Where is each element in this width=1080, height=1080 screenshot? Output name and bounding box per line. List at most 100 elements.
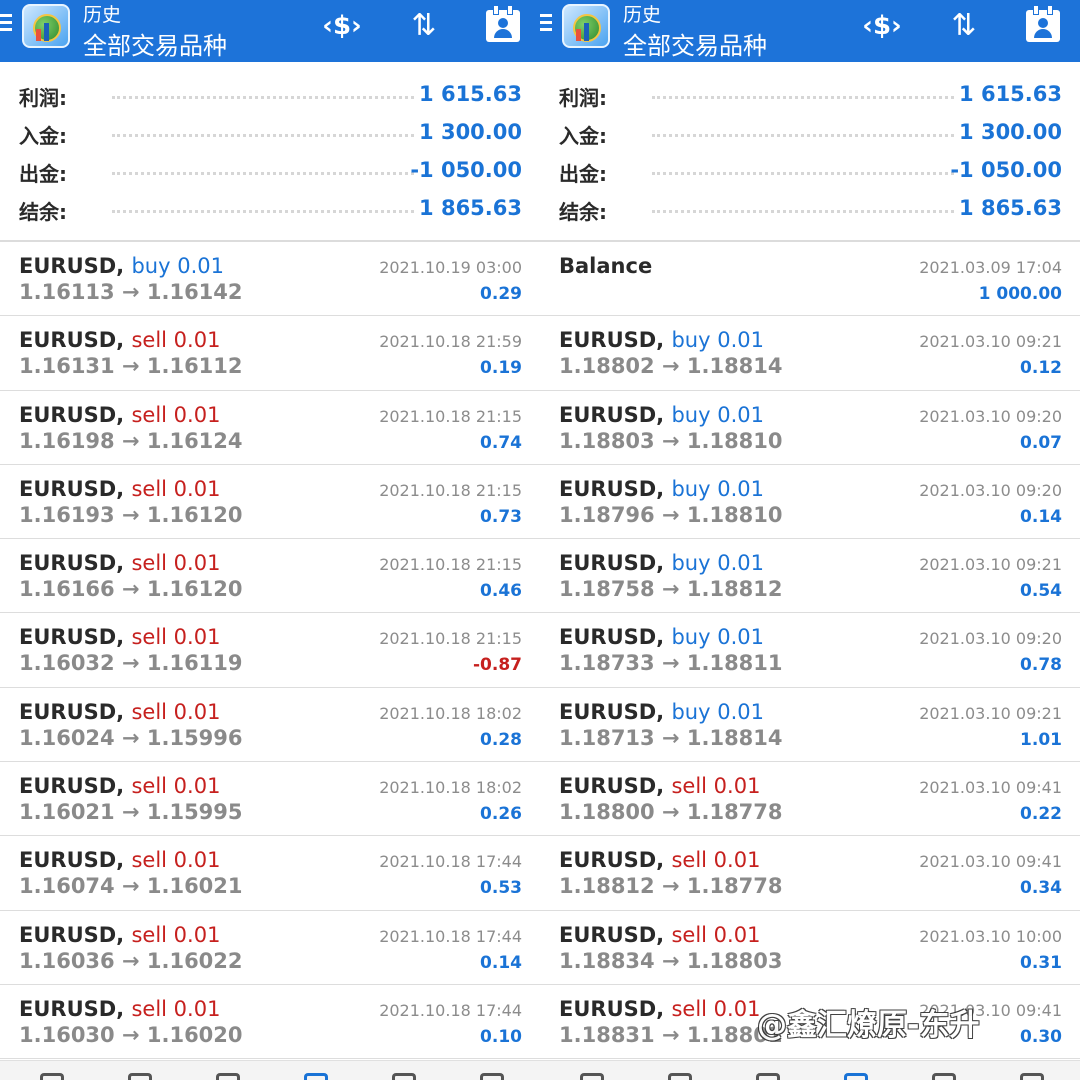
trade-list: Balance 2021.03.09 17:04 1 000.00 EURUSD, b… <box>540 242 1080 1060</box>
trade-symbol: EURUSD, buy 0.01 <box>559 700 764 724</box>
trade-row[interactable]: EURUSD, sell 0.01 1.16024 → 1.15996 2021.1… <box>0 688 540 763</box>
trade-row[interactable]: EURUSD, sell 0.01 1.16074 → 1.16021 2021.1… <box>0 836 540 911</box>
summary-label: 入金: <box>19 124 67 148</box>
summary-panel: 利润: 1 615.63 入金: 1 300.00 出金: -1 050.00 结余: 1 8… <box>0 76 540 228</box>
summary-row: 出金: -1 050.00 <box>0 152 540 190</box>
messages-tab-icon[interactable] <box>932 1073 956 1080</box>
trade-prices: 1.18796 → 1.18810 <box>559 502 783 527</box>
trade-row[interactable]: EURUSD, sell 0.01 1.16131 → 1.16112 2021.1… <box>0 316 540 391</box>
trade-profit: 0.73 <box>480 506 522 527</box>
trade-symbol: EURUSD, sell 0.01 <box>559 923 760 947</box>
symbol-name: EURUSD, <box>559 625 665 650</box>
trade-time: 2021.03.10 09:41 <box>919 778 1062 798</box>
trade-row[interactable]: EURUSD, buy 0.01 1.18803 → 1.18810 2021.03… <box>540 391 1080 465</box>
currency-exchange-icon[interactable]: ‹$› <box>322 6 362 46</box>
settings-tab-icon[interactable] <box>480 1073 504 1080</box>
trade-row[interactable]: EURUSD, sell 0.01 1.16198 → 1.16124 2021.1… <box>0 391 540 465</box>
settings-tab-icon[interactable] <box>1020 1073 1044 1080</box>
sort-icon[interactable]: ⇅ <box>404 6 444 46</box>
trade-row[interactable]: EURUSD, buy 0.01 1.18733 → 1.18811 2021.03… <box>540 613 1080 688</box>
menu-icon[interactable] <box>540 14 554 36</box>
trade-row[interactable]: EURUSD, buy 0.01 1.18713 → 1.18814 2021.03… <box>540 688 1080 763</box>
trade-side: sell 0.01 <box>131 996 221 1021</box>
history-tab-icon[interactable] <box>844 1073 868 1080</box>
symbol-name: EURUSD, <box>559 476 665 501</box>
trade-side: sell 0.01 <box>131 551 221 576</box>
summary-row: 结余: 1 865.63 <box>0 190 540 228</box>
symbol-filter-title[interactable]: 全部交易品种 <box>83 26 227 61</box>
trade-symbol: Balance <box>559 254 652 278</box>
symbol-filter-title[interactable]: 全部交易品种 <box>623 26 767 61</box>
currency-exchange-icon[interactable]: ‹$› <box>862 6 902 46</box>
trade-side: sell 0.01 <box>131 402 221 427</box>
symbol-name: EURUSD, <box>559 402 665 427</box>
quotes-tab-icon[interactable] <box>40 1073 64 1080</box>
trade-tab-icon[interactable] <box>756 1073 780 1080</box>
dotted-leader <box>112 134 414 137</box>
app-header: 历史 全部交易品种 ‹$› ⇅ <box>540 0 1080 62</box>
trade-symbol: EURUSD, sell 0.01 <box>559 848 760 872</box>
symbol-name: EURUSD, <box>19 476 125 501</box>
trade-side: sell 0.01 <box>131 476 221 501</box>
trade-row[interactable]: EURUSD, sell 0.01 1.16166 → 1.16120 2021.1… <box>0 539 540 614</box>
trade-side: sell 0.01 <box>671 774 761 799</box>
chart-tab-icon[interactable] <box>128 1073 152 1080</box>
summary-label: 利润: <box>559 86 607 110</box>
trade-row[interactable]: EURUSD, sell 0.01 1.16021 → 1.15995 2021.1… <box>0 762 540 837</box>
trade-prices: 1.18733 → 1.18811 <box>559 651 783 676</box>
trade-prices: 1.18802 → 1.18814 <box>559 354 783 379</box>
trade-row[interactable]: EURUSD, buy 0.01 1.18802 → 1.18814 2021.03… <box>540 316 1080 391</box>
trade-time: 2021.10.18 21:15 <box>379 406 522 426</box>
chart-tab-icon[interactable] <box>668 1073 692 1080</box>
summary-value: -1 050.00 <box>950 158 1062 182</box>
trade-side: buy 0.01 <box>671 402 764 427</box>
trade-symbol: EURUSD, sell 0.01 <box>19 403 220 427</box>
quotes-tab-icon[interactable] <box>580 1073 604 1080</box>
sort-icon[interactable]: ⇅ <box>944 6 984 46</box>
trade-prices: 1.16036 → 1.16022 <box>19 948 243 973</box>
menu-icon[interactable] <box>0 14 14 36</box>
trade-side: sell 0.01 <box>131 699 221 724</box>
trade-prices: 1.18812 → 1.18778 <box>559 874 783 899</box>
trade-tab-icon[interactable] <box>216 1073 240 1080</box>
trade-symbol: EURUSD, buy 0.01 <box>559 403 764 427</box>
summary-row: 出金: -1 050.00 <box>540 152 1080 190</box>
summary-row: 入金: 1 300.00 <box>0 114 540 152</box>
trade-prices: 1.18800 → 1.18778 <box>559 800 783 825</box>
trade-prices: 1.16074 → 1.16021 <box>19 874 243 899</box>
trade-row[interactable]: EURUSD, sell 0.01 1.18834 → 1.18803 2021.0… <box>540 911 1080 985</box>
trade-profit: 0.34 <box>1020 878 1062 899</box>
summary-label: 结余: <box>559 200 607 224</box>
messages-tab-icon[interactable] <box>392 1073 416 1080</box>
summary-label: 出金: <box>559 162 607 186</box>
trade-row[interactable]: EURUSD, buy 0.01 1.18796 → 1.18810 2021.03… <box>540 465 1080 540</box>
trade-row[interactable]: EURUSD, buy 0.01 1.18758 → 1.18812 2021.03… <box>540 539 1080 614</box>
trade-profit: 0.31 <box>1020 952 1062 973</box>
screen-left: 历史 全部交易品种 ‹$› ⇅ 利润: 1 615.63 入金: 1 300.00 出金: -1 … <box>0 0 540 1080</box>
trade-side: sell 0.01 <box>131 328 221 353</box>
trade-time: 2021.10.18 18:02 <box>379 703 522 723</box>
symbol-name: Balance <box>559 254 653 278</box>
calendar-period-icon[interactable] <box>1026 5 1060 42</box>
trade-symbol: EURUSD, sell 0.01 <box>559 997 760 1021</box>
symbol-name: EURUSD, <box>559 551 665 576</box>
dotted-leader <box>112 172 414 175</box>
symbol-name: EURUSD, <box>559 848 665 873</box>
history-tab-icon[interactable] <box>304 1073 328 1080</box>
trade-row[interactable]: EURUSD, buy 0.01 1.16113 → 1.16142 2021.10… <box>0 242 540 317</box>
trade-symbol: EURUSD, sell 0.01 <box>559 774 760 798</box>
calendar-period-icon[interactable] <box>486 5 520 42</box>
trade-side: sell 0.01 <box>131 774 221 799</box>
trade-time: 2021.10.18 17:44 <box>379 1000 522 1020</box>
trade-side: buy 0.01 <box>671 551 764 576</box>
trade-row[interactable]: Balance 2021.03.09 17:04 1 000.00 <box>540 242 1080 317</box>
trade-row[interactable]: EURUSD, sell 0.01 1.16032 → 1.16119 2021.1… <box>0 613 540 688</box>
trade-side: sell 0.01 <box>671 996 761 1021</box>
trade-row[interactable]: EURUSD, sell 0.01 1.18812 → 1.18778 2021.0… <box>540 836 1080 911</box>
app-logo-icon <box>22 4 70 48</box>
trade-row[interactable]: EURUSD, sell 0.01 1.16030 → 1.16020 2021.1… <box>0 985 540 1060</box>
symbol-name: EURUSD, <box>559 922 665 947</box>
trade-row[interactable]: EURUSD, sell 0.01 1.16036 → 1.16022 2021.1… <box>0 911 540 985</box>
trade-row[interactable]: EURUSD, sell 0.01 1.18800 → 1.18778 2021.0… <box>540 762 1080 837</box>
trade-row[interactable]: EURUSD, sell 0.01 1.16193 → 1.16120 2021.1… <box>0 465 540 540</box>
